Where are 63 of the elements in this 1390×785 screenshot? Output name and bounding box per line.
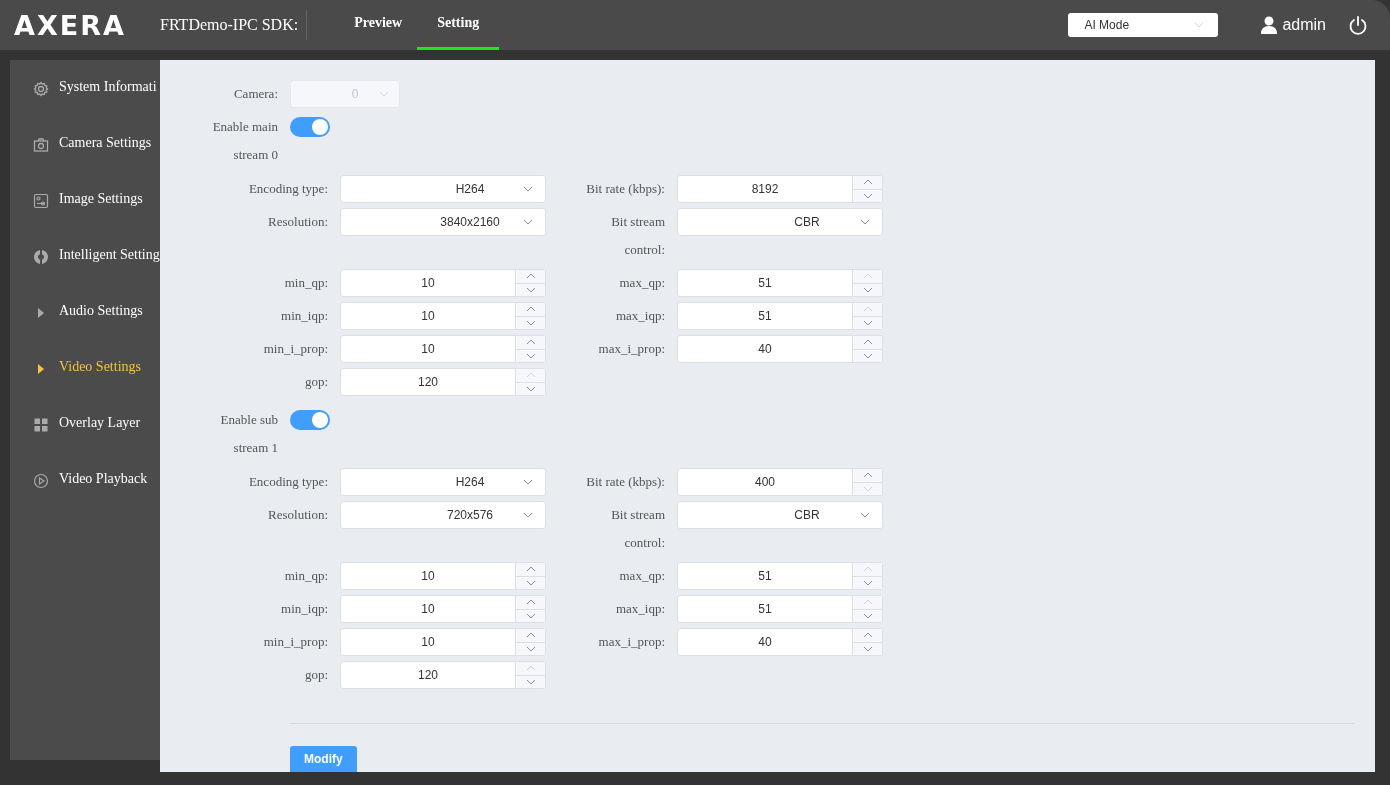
field-label: gop: bbox=[303, 666, 328, 684]
field-label: min_i_prop: bbox=[262, 633, 328, 651]
sidebar-item[interactable]: System Informati bbox=[10, 74, 160, 130]
toggle-switch[interactable] bbox=[290, 117, 330, 137]
field-label: Bit stream control: bbox=[610, 506, 665, 552]
chevron-down-icon bbox=[523, 186, 533, 192]
nav-tab[interactable]: Setting bbox=[417, 0, 500, 50]
app-title: FRTDemo-IPC SDK: bbox=[160, 16, 299, 34]
sidebar-item[interactable]: Video Settings bbox=[10, 354, 160, 410]
sidebar-item[interactable]: Overlay Layer bbox=[10, 410, 160, 466]
sidebar-item[interactable]: Camera Settings bbox=[10, 130, 160, 186]
field-label: max_iqp: bbox=[614, 307, 665, 325]
select-field[interactable]: H264 bbox=[340, 468, 546, 496]
field-label: Bit rate (kbps): bbox=[585, 180, 665, 198]
play-icon bbox=[33, 473, 49, 489]
select-field[interactable]: CBR bbox=[677, 208, 883, 236]
chevron-down-icon bbox=[523, 219, 533, 225]
field-label: Encoding type: bbox=[247, 180, 328, 198]
chevron-down-icon bbox=[860, 512, 870, 518]
chevron-down-icon bbox=[523, 512, 533, 518]
field-label: min_qp: bbox=[283, 567, 328, 585]
field-label: Bit stream control: bbox=[610, 213, 665, 259]
field-label: Resolution: bbox=[267, 506, 328, 524]
camera-icon bbox=[33, 137, 49, 153]
toggle-switch[interactable] bbox=[290, 410, 330, 430]
sidebar-item[interactable]: Image Settings bbox=[10, 186, 160, 242]
field-label: Resolution: bbox=[267, 213, 328, 231]
gear-icon bbox=[33, 81, 49, 97]
select-field[interactable]: CBR bbox=[677, 501, 883, 529]
select-field[interactable]: H264 bbox=[340, 175, 546, 203]
field-label: Enable sub stream 1 bbox=[219, 411, 278, 457]
user-name[interactable]: admin bbox=[1282, 16, 1326, 34]
field-label: min_qp: bbox=[283, 274, 328, 292]
field-label: min_iqp: bbox=[280, 600, 328, 618]
user-icon bbox=[1260, 16, 1279, 34]
sidebar-item[interactable]: Intelligent Setting bbox=[10, 242, 160, 298]
select-field[interactable]: 720x576 bbox=[340, 501, 546, 529]
chevron-down-icon bbox=[860, 219, 870, 225]
mode-select[interactable]: AI Mode bbox=[1068, 13, 1219, 37]
field-label: max_qp: bbox=[618, 274, 665, 292]
field-label: Bit rate (kbps): bbox=[585, 473, 665, 491]
chevron-down-icon bbox=[1194, 22, 1205, 28]
sidebar-item[interactable]: Video Playback bbox=[10, 466, 160, 522]
field-label: Camera: bbox=[232, 85, 278, 103]
field-label: max_i_prop: bbox=[597, 340, 665, 358]
field-label: max_iqp: bbox=[614, 600, 665, 618]
target-icon bbox=[33, 249, 49, 265]
sliders-icon bbox=[33, 193, 49, 209]
field-label: Encoding type: bbox=[247, 473, 328, 491]
field-label: Enable main stream 0 bbox=[211, 118, 278, 164]
logo: AXERA bbox=[14, 9, 127, 41]
field-label: min_i_prop: bbox=[262, 340, 328, 358]
field-label: max_qp: bbox=[618, 567, 665, 585]
power-icon[interactable] bbox=[1348, 15, 1368, 35]
grid-icon bbox=[33, 417, 49, 433]
field-label: max_i_prop: bbox=[597, 633, 665, 651]
select-field[interactable]: 3840x2160 bbox=[340, 208, 546, 236]
sidebar-item[interactable]: Audio Settings bbox=[10, 298, 160, 354]
chevron-down-icon bbox=[379, 91, 389, 97]
field-label: gop: bbox=[303, 373, 328, 391]
chevron-down-icon bbox=[523, 479, 533, 485]
field-label: min_iqp: bbox=[280, 307, 328, 325]
nav-tab[interactable]: Preview bbox=[337, 0, 420, 50]
